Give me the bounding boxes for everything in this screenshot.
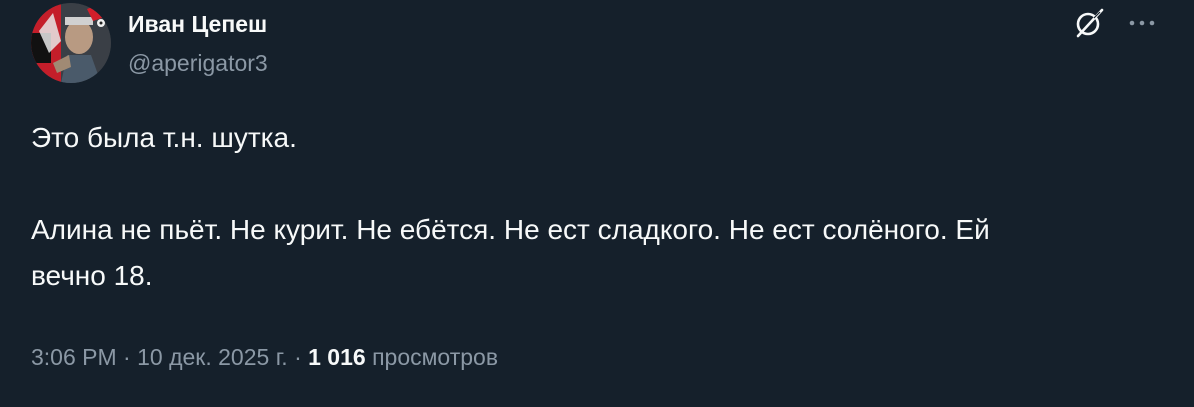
- tweet-date: 10 дек. 2025 г.: [137, 344, 288, 370]
- grok-icon: [1073, 7, 1105, 44]
- tweet-text-segment: Алина не пьёт. Не курит. Не ебётся. Не е…: [31, 214, 990, 245]
- more-dots-icon: [1127, 14, 1157, 32]
- meta-separator: ·: [294, 344, 302, 370]
- views-count: 1 016: [308, 344, 366, 370]
- tweet-text-segment: вечно 18.: [31, 260, 153, 291]
- tweet-text: Это была т.н. шутка. Алина не пьёт. Не к…: [31, 115, 1171, 299]
- meta-separator: ·: [123, 344, 131, 370]
- more-options-button[interactable]: [1124, 8, 1160, 38]
- tweet-text-line: Алина не пьёт. Не курит. Не ебётся. Не е…: [31, 207, 1171, 299]
- author-avatar[interactable]: [31, 3, 111, 83]
- views-label: просмотров: [372, 344, 499, 370]
- author-handle[interactable]: @aperigator3: [128, 48, 268, 78]
- avatar-image: [31, 3, 111, 83]
- tweet-time-link[interactable]: 3:06 PM · 10 дек. 2025 г.: [31, 344, 288, 370]
- tweet-card: Иван Цепеш @aperigator3 Это была т.н. шу…: [0, 0, 1194, 407]
- tweet-time: 3:06 PM: [31, 344, 117, 370]
- grok-button[interactable]: [1070, 6, 1108, 44]
- author-info: Иван Цепеш @aperigator3: [128, 9, 268, 78]
- tweet-text-line: Это была т.н. шутка.: [31, 122, 297, 153]
- tweet-metadata: 3:06 PM · 10 дек. 2025 г. · 1 016 просмо…: [31, 340, 498, 374]
- author-display-name[interactable]: Иван Цепеш: [128, 9, 268, 39]
- views-link[interactable]: 1 016 просмотров: [308, 344, 498, 370]
